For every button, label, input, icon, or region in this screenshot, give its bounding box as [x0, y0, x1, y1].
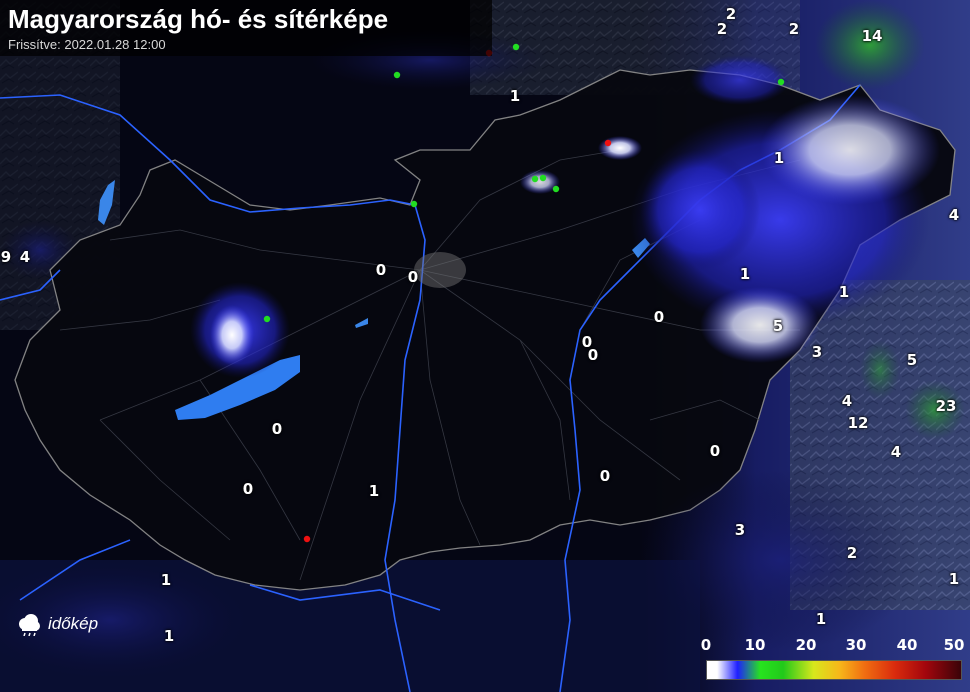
- legend-tick: 30: [845, 636, 867, 654]
- depth-label: 0: [375, 261, 387, 279]
- legend-tick: 20: [795, 636, 817, 654]
- depth-label: 4: [948, 206, 960, 224]
- legend-tick: 40: [896, 636, 918, 654]
- logo-text: időkép: [48, 614, 99, 633]
- idokep-logo-icon: [19, 614, 40, 636]
- depth-label: 5: [906, 351, 918, 369]
- budapest-area: [414, 252, 466, 288]
- depth-label: 1: [160, 571, 172, 589]
- station-marker[interactable]: [512, 43, 520, 51]
- depth-label: 2: [725, 5, 737, 23]
- station-marker[interactable]: [393, 71, 401, 79]
- depth-label: 0: [709, 442, 721, 460]
- depth-label: 4: [841, 392, 853, 410]
- station-marker[interactable]: [303, 535, 311, 543]
- depth-label: 0: [599, 467, 611, 485]
- depth-label: 9: [0, 248, 12, 266]
- depth-label: 2: [846, 544, 858, 562]
- station-marker[interactable]: [777, 78, 785, 86]
- legend-tick: 10: [744, 636, 766, 654]
- station-marker[interactable]: [531, 175, 539, 183]
- map-canvas[interactable]: [0, 0, 970, 692]
- depth-label: 1: [509, 87, 521, 105]
- depth-label: 4: [890, 443, 902, 461]
- title-panel: Magyarország hó- és sítérképe Frissítve:…: [0, 0, 492, 56]
- depth-label: 1: [838, 283, 850, 301]
- depth-label: 1: [773, 149, 785, 167]
- depth-label: 1: [739, 265, 751, 283]
- depth-label: 14: [861, 27, 883, 45]
- update-timestamp: Frissítve: 2022.01.28 12:00: [8, 37, 166, 52]
- station-marker[interactable]: [263, 315, 271, 323]
- legend-tick: 50: [943, 636, 965, 654]
- depth-label: 0: [242, 480, 254, 498]
- depth-label: 0: [271, 420, 283, 438]
- legend-color-bar: [706, 660, 962, 680]
- depth-label: 1: [368, 482, 380, 500]
- station-marker[interactable]: [604, 139, 612, 147]
- depth-label: 23: [935, 397, 957, 415]
- depth-label: 0: [587, 346, 599, 364]
- depth-label: 2: [716, 20, 728, 38]
- depth-label: 1: [815, 610, 827, 628]
- page-title: Magyarország hó- és sítérképe: [8, 4, 389, 34]
- station-marker[interactable]: [410, 200, 418, 208]
- depth-label: 3: [811, 343, 823, 361]
- station-marker[interactable]: [539, 174, 547, 182]
- depth-label: 1: [163, 627, 175, 645]
- idokep-logo[interactable]: időkép: [16, 612, 98, 636]
- depth-label: 0: [407, 268, 419, 286]
- legend-tick: 0: [700, 636, 712, 654]
- depth-label: 1: [948, 570, 960, 588]
- depth-label: 2: [788, 20, 800, 38]
- depth-label: 3: [734, 521, 746, 539]
- depth-label: 4: [19, 248, 31, 266]
- station-marker[interactable]: [552, 185, 560, 193]
- snow-depth-legend: 0 10 20 30 40 50: [701, 636, 964, 682]
- depth-label: 12: [847, 414, 869, 432]
- snow-map: Magyarország hó- és sítérképe Frissítve:…: [0, 0, 970, 692]
- depth-label: 5: [772, 317, 784, 335]
- depth-label: 0: [653, 308, 665, 326]
